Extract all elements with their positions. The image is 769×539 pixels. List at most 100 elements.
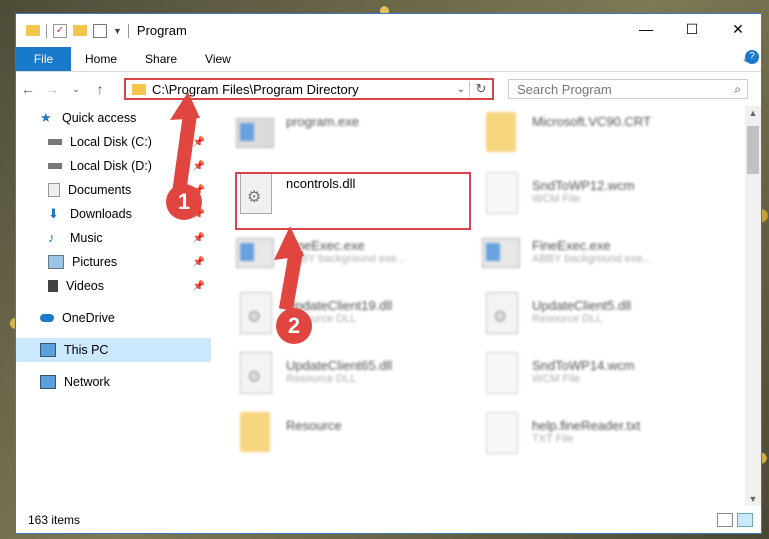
title-bar: ✓ ▼ Program — ☐ ✕ [16,14,761,47]
list-item[interactable]: UpdateClient5.dllResource DLL [482,292,712,344]
pin-icon[interactable]: 📌 [193,233,205,244]
refresh-icon[interactable]: ↻ [469,81,492,97]
tab-home[interactable]: Home [71,47,131,71]
sidebar-item-local-disk-c[interactable]: Local Disk (C:) 📌 [16,130,211,154]
forward-button[interactable]: → [40,81,64,97]
list-item[interactable]: SndToWP14.wcm WCM File [482,352,712,404]
sidebar-item-videos[interactable]: Videos 📌 [16,274,211,298]
videos-icon [48,280,58,292]
star-icon: ★ [40,110,52,125]
customize-toolbar-icon[interactable]: ▼ [113,26,122,36]
list-item[interactable]: UpdateClient19.dllResource DLL [236,292,466,344]
sidebar-item-pictures[interactable]: Pictures 📌 [16,250,211,274]
sidebar-item-network[interactable]: Network [16,370,211,394]
back-button[interactable]: ← [16,81,40,97]
file-type: ABBY background exe... [286,253,406,265]
scroll-down-icon[interactable]: ▼ [745,494,761,504]
divider [127,23,129,38]
pin-icon[interactable]: 📌 [193,281,205,292]
drive-icon [48,139,62,145]
sidebar-item-quick-access[interactable]: ★ Quick access [16,106,211,130]
minimize-button[interactable]: — [623,14,669,44]
file-name: Microsoft.VC90.CRT [532,114,651,129]
list-item[interactable]: FineExec.exe ABBY background exe... [482,232,712,284]
view-toggle [717,513,753,527]
file-type: Resource DLL [286,373,357,385]
list-item[interactable]: Microsoft.VC90.CRT [482,112,712,164]
file-list: program.exe Microsoft.VC90.CRT ncontrols… [216,106,746,506]
sidebar-item-onedrive[interactable]: OneDrive [16,306,211,330]
list-item[interactable]: UpdateClient65.dllResource DLL [236,352,466,404]
sidebar-item-music[interactable]: ♪ Music 📌 [16,226,211,250]
new-folder-icon[interactable] [73,25,87,36]
navigation-bar: ← → ⌄ ↑ C:\Program Files\Program Directo… [16,72,761,106]
sidebar-item-label: Videos [66,279,104,293]
scroll-thumb[interactable] [747,126,759,174]
dll-gear-icon [236,292,276,336]
step-1-callout: 1 [166,184,202,220]
dll-gear-icon [482,292,522,336]
drive-icon [48,163,62,169]
status-bar: 163 items [16,507,761,533]
list-item[interactable]: help.fineReader.txt TXT File [482,412,712,464]
list-item[interactable]: SndToWP12.wcm WCM File [482,172,712,224]
sidebar-item-label: Local Disk (D:) [70,159,152,173]
list-item[interactable]: Resource [236,412,466,464]
scroll-up-icon[interactable]: ▲ [745,108,761,118]
sidebar-item-local-disk-d[interactable]: Local Disk (D:) 📌 [16,154,211,178]
search-input[interactable]: Search Program ⌕ [508,79,748,99]
exe-icon [236,112,276,156]
pin-icon[interactable]: 📌 [193,257,205,268]
file-name: help.fineReader.txt [532,418,641,433]
list-item[interactable]: program.exe [236,112,466,164]
cloud-icon [40,314,54,322]
up-button[interactable]: ↑ [88,81,112,97]
window-controls: — ☐ ✕ [623,14,761,44]
recent-locations-button[interactable]: ⌄ [64,84,88,95]
file-name: program.exe [286,114,359,129]
file-type: Resource DLL [532,313,603,325]
navigation-pane: ★ Quick access Local Disk (C:) 📌 Local D… [16,106,211,506]
help-icon[interactable]: ? [745,50,759,64]
file-name: UpdateClient65.dll [286,358,393,373]
address-bar[interactable]: C:\Program Files\Program Directory ⌄ ↻ [124,78,494,100]
item-count: 163 items [28,513,81,527]
file-name: FineExec.exe [532,238,611,253]
network-icon [40,375,56,389]
file-name: SndToWP12.wcm [532,178,635,193]
tab-share[interactable]: Share [131,47,191,71]
vertical-scrollbar[interactable]: ▲ ▼ [745,106,761,506]
details-view-icon[interactable] [717,513,733,527]
computer-icon [40,343,56,357]
file-icon [482,352,522,396]
address-dropdown-icon[interactable]: ⌄ [453,84,469,95]
tab-file[interactable]: File [16,47,71,71]
file-name: Resource [286,418,342,433]
sidebar-item-this-pc[interactable]: This PC [16,338,211,362]
maximize-button[interactable]: ☐ [669,14,715,44]
tab-view[interactable]: View [191,47,245,71]
sidebar-item-label: Downloads [70,207,132,221]
file-name: UpdateClient5.dll [532,298,632,313]
sidebar-item-label: Local Disk (C:) [70,135,152,149]
file-name: FineExec.exe [286,238,365,253]
properties-icon[interactable] [93,23,107,38]
folder-icon [482,112,522,156]
sidebar-item-label: Music [70,231,103,245]
pin-icon[interactable]: 📌 [193,161,205,172]
file-type: WCM File [532,373,581,385]
close-button[interactable]: ✕ [715,14,761,44]
search-icon: ⌕ [734,82,741,96]
file-icon [482,172,522,216]
list-item[interactable]: FineExec.exe ABBY background exe... [236,232,466,284]
file-type: ABBY background exe... [532,253,652,265]
folder-icon [236,412,276,456]
file-type: TXT File [532,433,574,445]
pin-icon[interactable]: 📌 [193,137,205,148]
download-icon: ⬇ [48,206,59,221]
properties-check-icon[interactable]: ✓ [53,23,67,38]
large-icons-view-icon[interactable] [737,513,753,527]
address-path[interactable]: C:\Program Files\Program Directory [152,82,453,97]
file-name: SndToWP14.wcm [532,358,635,373]
divider [46,23,47,38]
